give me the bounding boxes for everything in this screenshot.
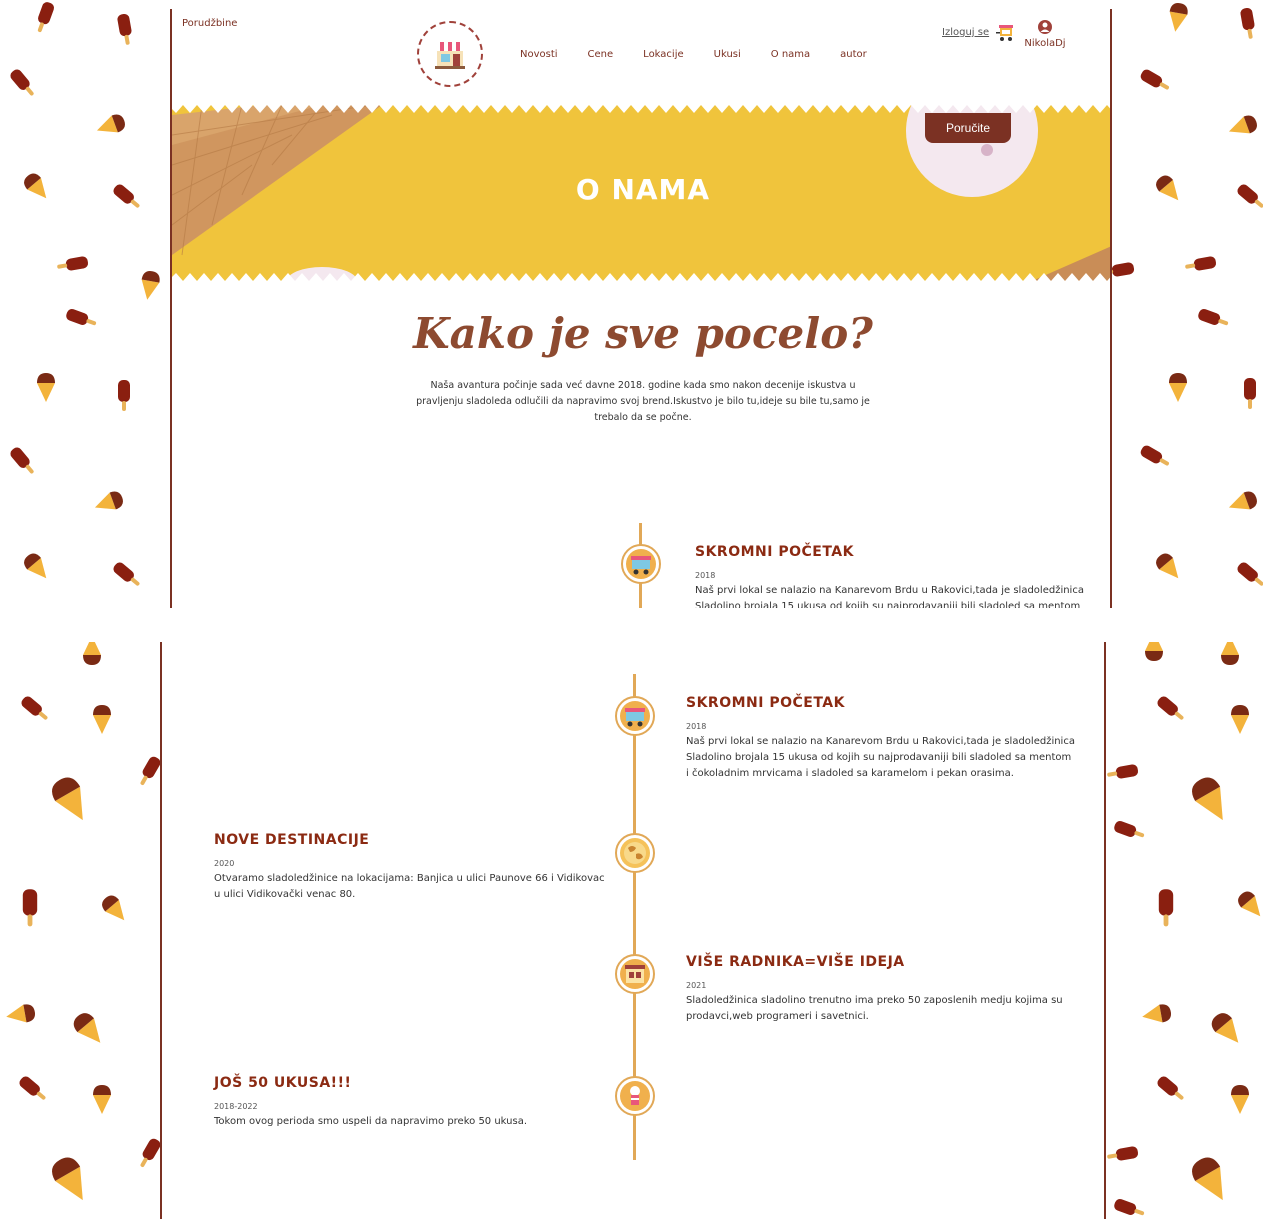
- intro-paragraph: Naša avantura počinje sada već davne 201…: [416, 380, 870, 423]
- timeline-year: 2021: [686, 981, 707, 990]
- timeline-year: 2018-2022: [214, 1102, 258, 1111]
- ice-cream-pattern-icon: [4, 642, 160, 1208]
- page-content: Porudžbine Novosti Cene Lokacije Ukusi O…: [170, 9, 1112, 608]
- timeline-text: Naš prvi lokal se nalazio na Kanarevom B…: [695, 585, 1084, 608]
- logo[interactable]: [417, 21, 483, 87]
- username: NikolaDj: [1024, 38, 1066, 49]
- ice-cream-pattern-icon: [1106, 642, 1263, 1219]
- timeline-node: [615, 696, 655, 736]
- order-button[interactable]: Poručite: [925, 113, 1011, 143]
- timeline-title: JOŠ 50 UKUSA!!!: [214, 1075, 352, 1091]
- user-menu[interactable]: NikolaDj: [1021, 19, 1069, 49]
- shop-cart-icon: [620, 701, 650, 731]
- timeline-text-line: u ulici Vidikovački venac 80.: [214, 889, 356, 900]
- shop-cart-icon: [626, 549, 656, 579]
- store-icon: [620, 959, 650, 989]
- logout-link[interactable]: Izloguj se: [942, 27, 989, 38]
- nav-autor[interactable]: autor: [840, 49, 867, 60]
- top-screenshot: Porudžbine Novosti Cene Lokacije Ukusi O…: [0, 0, 1263, 608]
- timeline-year: 2020: [214, 859, 235, 868]
- user-icon: [1038, 20, 1052, 34]
- timeline-title: VIŠE RADNIKA=VIŠE IDEJA: [686, 954, 905, 970]
- timeline-text-line: i čokoladnim mrvicama i sladoled sa kara…: [686, 768, 1014, 779]
- nav-o-nama[interactable]: O nama: [771, 49, 810, 60]
- page-content: SKROMNI POČETAK 2018 Naš prvi lokal se n…: [160, 642, 1106, 1219]
- nav-ukusi[interactable]: Ukusi: [714, 49, 741, 60]
- timeline-text-line: Sladolino brojala 15 ukusa od kojih su n…: [686, 752, 1072, 763]
- wallpaper-right: [1112, 0, 1263, 608]
- nav-lokacije[interactable]: Lokacije: [643, 49, 683, 60]
- nav-cene[interactable]: Cene: [588, 49, 614, 60]
- ice-cream-pattern-icon: [8, 0, 162, 590]
- bottom-screenshot: SKROMNI POČETAK 2018 Naš prvi lokal se n…: [0, 642, 1263, 1219]
- timeline-text-line: Sladoledžinica sladolino trenutno ima pr…: [686, 995, 1063, 1006]
- timeline-year: 2018: [686, 722, 707, 731]
- ice-cream-pattern-icon: [1112, 1, 1263, 590]
- timeline-title: SKROMNI POČETAK: [686, 695, 845, 711]
- timeline-text-line: Naš prvi lokal se nalazio na Kanarevom B…: [686, 736, 1075, 747]
- wallpaper-right: [1106, 642, 1263, 1219]
- main-nav: Novosti Cene Lokacije Ukusi O nama autor: [520, 49, 897, 60]
- timeline-text-line: Otvaramo sladoledžinice na lokacijama: B…: [214, 873, 605, 884]
- ice-cream-icon: [620, 1081, 650, 1111]
- timeline-title: NOVE DESTINACIJE: [214, 832, 370, 848]
- ice-cream-cart-icon[interactable]: [996, 23, 1016, 47]
- wallpaper-left: [0, 0, 170, 608]
- timeline-title: SKROMNI POČETAK: [695, 544, 854, 560]
- wallpaper-left: [0, 642, 160, 1219]
- timeline-text-line: Tokom ovog perioda smo uspeli da napravi…: [214, 1116, 528, 1127]
- intro-heading: Kako je sve pocelo?: [413, 309, 873, 358]
- timeline-node: [621, 544, 661, 584]
- shop-icon: [435, 42, 465, 69]
- timeline-node: [615, 954, 655, 994]
- page-title: O NAMA: [575, 173, 711, 206]
- timeline-node: [615, 833, 655, 873]
- timeline-year: 2018: [695, 571, 716, 580]
- timeline-node: [615, 1076, 655, 1116]
- nav-novosti[interactable]: Novosti: [520, 49, 558, 60]
- orders-link[interactable]: Porudžbine: [182, 18, 237, 29]
- timeline-text-line: prodavci,web programeri i savetnici.: [686, 1011, 869, 1022]
- map-icon: [620, 838, 650, 868]
